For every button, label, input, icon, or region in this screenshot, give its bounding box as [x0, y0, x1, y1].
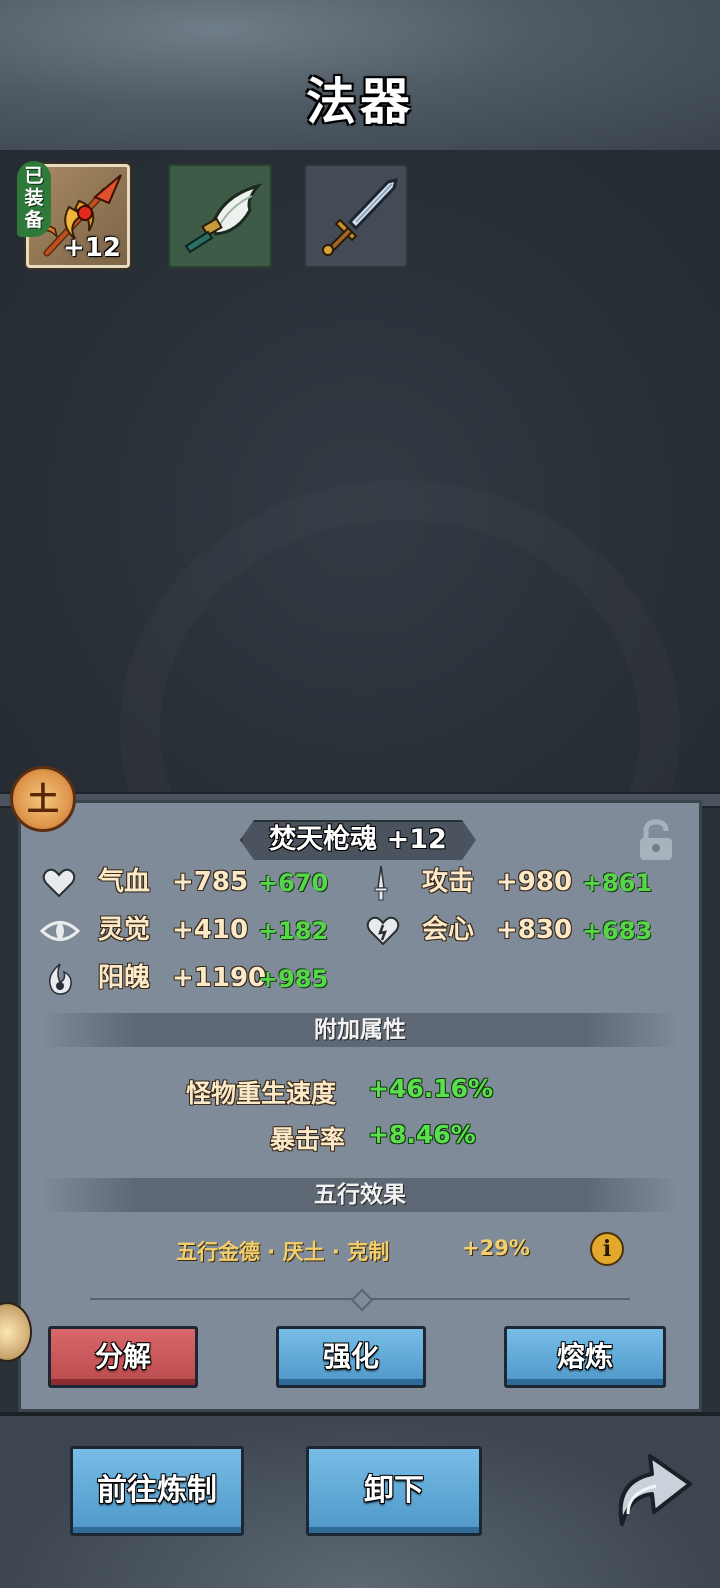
stat-label-perception: 灵觉 — [98, 915, 151, 945]
stat-label-yangpo: 阳魄 — [98, 963, 151, 993]
flame-soul-icon — [48, 963, 72, 995]
stat-label-critical: 会心 — [422, 915, 475, 945]
extra-attr-label-respawn: 怪物重生速度 — [186, 1079, 337, 1108]
crit-heart-icon — [366, 916, 400, 946]
stat-bonus-critical: +683 — [582, 917, 653, 945]
spirit-eye-icon — [40, 921, 80, 941]
element-earth-badge: 土 — [10, 766, 76, 832]
heart-icon — [42, 868, 76, 898]
stat-bonus-hp: +670 — [258, 869, 329, 897]
decompose-button[interactable]: 分解 — [48, 1326, 198, 1388]
stat-value-attack: +980 — [496, 867, 573, 897]
extra-attrs-title: 附加属性 — [314, 1017, 406, 1043]
stat-label-hp: 气血 — [98, 867, 151, 897]
extra-attr-label-critrate: 暴击率 — [270, 1125, 346, 1154]
wuxing-title: 五行效果 — [314, 1182, 406, 1208]
stat-label-attack: 攻击 — [422, 867, 475, 897]
lock-icon[interactable] — [636, 818, 676, 864]
equipped-badge: 已装备 — [17, 161, 51, 237]
stat-value-critical: +830 — [496, 915, 573, 945]
item-slot-spear[interactable]: 已装备 +12 — [17, 161, 130, 268]
item-slot-sword[interactable] — [304, 164, 408, 268]
extra-attr-value-respawn: +46.16% — [368, 1074, 494, 1103]
stat-value-yangpo: +1190 — [172, 963, 267, 993]
item-slot-blade[interactable] — [168, 164, 272, 268]
enhance-button[interactable]: 强化 — [276, 1326, 426, 1388]
extra-attr-value-critrate: +8.46% — [368, 1120, 476, 1149]
item-name: 焚天枪魂 +12 — [269, 824, 447, 855]
goto-forge-button[interactable]: 前往炼制 — [70, 1446, 244, 1536]
stat-bonus-yangpo: +985 — [258, 965, 329, 993]
stat-value-hp: +785 — [172, 867, 249, 897]
stat-value-perception: +410 — [172, 915, 249, 945]
wuxing-effect-value: +29% — [462, 1236, 530, 1260]
wuxing-effect-text: 五行金德 · 厌土 · 克制 — [176, 1240, 390, 1264]
smelt-button[interactable]: 熔炼 — [504, 1326, 666, 1388]
dagger-icon — [374, 865, 388, 901]
stat-bonus-attack: +861 — [582, 869, 653, 897]
item-level: +12 — [63, 233, 121, 263]
unequip-button[interactable]: 卸下 — [306, 1446, 482, 1536]
sword-icon — [322, 177, 399, 256]
page-title: 法器 — [306, 73, 414, 131]
back-arrow-icon[interactable] — [608, 1448, 694, 1532]
info-icon[interactable]: i — [590, 1232, 624, 1266]
stat-bonus-perception: +182 — [258, 917, 329, 945]
curved-blade-icon — [184, 183, 263, 254]
